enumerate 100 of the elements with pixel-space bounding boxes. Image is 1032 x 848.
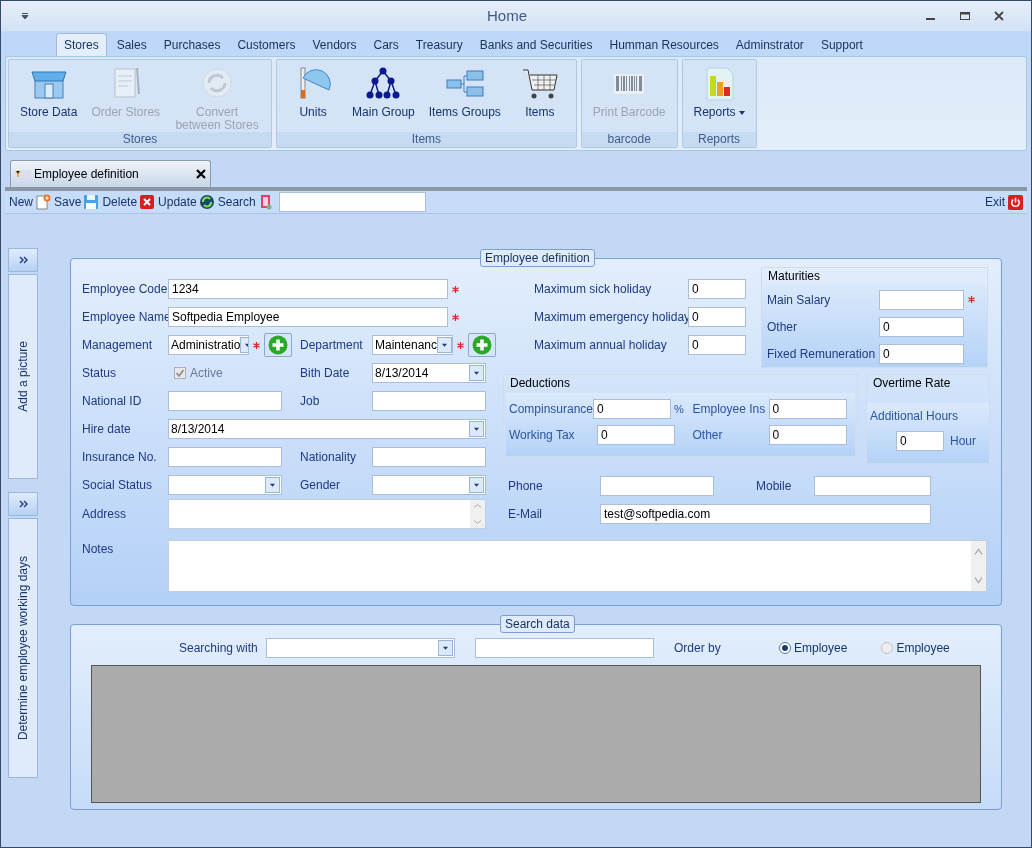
field-label: Maximum sick holiday	[534, 281, 653, 298]
field-label: Hire date	[82, 421, 132, 438]
field-label: Other	[767, 318, 798, 336]
field-label: Fixed Remuneration	[767, 345, 877, 363]
field-label: National ID	[82, 393, 143, 410]
text-field[interactable]	[879, 289, 964, 310]
text-field[interactable]: 0	[896, 431, 944, 451]
field-label: Gender	[300, 477, 342, 494]
text-field[interactable]	[814, 476, 931, 496]
toolbar-button[interactable]: Search	[217, 193, 274, 211]
radio-label: Employee	[794, 640, 848, 657]
radio-label: Employee	[896, 640, 950, 657]
document-tab[interactable]: Employee definition	[10, 160, 211, 187]
close-tab-icon[interactable]	[196, 169, 206, 179]
new-document-icon	[35, 194, 51, 210]
date-picker[interactable]: 8/13/2014	[372, 363, 486, 383]
text-field[interactable]	[168, 391, 282, 411]
ribbon-button[interactable]: Store Data	[15, 66, 83, 119]
form-icon	[15, 170, 31, 178]
ribbon-tab[interactable]: Sales	[109, 33, 154, 56]
field-label: Job	[300, 393, 321, 410]
text-field[interactable]	[168, 447, 282, 467]
ribbon-button[interactable]: Main Group	[347, 66, 420, 119]
quick-access-menu-icon[interactable]	[21, 12, 29, 20]
text-field[interactable]: Softpedia Employee	[168, 307, 448, 327]
text-field[interactable]: 0	[879, 316, 964, 337]
side-panel[interactable]: Add a picture	[8, 274, 38, 479]
field-label: Department	[300, 337, 364, 354]
scrollbar-arrows-icon	[470, 500, 485, 528]
text-field[interactable]: 0	[768, 425, 847, 445]
ribbon-tab[interactable]: Stores	[56, 33, 107, 56]
combo-box[interactable]: Maintenanc	[372, 335, 453, 355]
checkbox-label: Active	[190, 365, 223, 382]
ribbon-tab[interactable]: Banks and Securities	[472, 33, 600, 56]
combo-box[interactable]	[372, 475, 486, 495]
text-field[interactable]: 0	[688, 307, 746, 327]
ribbon-tab[interactable]: Adminstrator	[728, 33, 811, 56]
text-field[interactable]: test@softpedia.com	[600, 504, 931, 524]
add-button[interactable]	[264, 333, 292, 357]
text-field[interactable]	[475, 638, 654, 658]
radio-button[interactable]	[779, 642, 791, 654]
toolbar-button[interactable]: Delete	[102, 193, 156, 211]
group-title: Deductions	[509, 375, 572, 391]
group-title: Overtime Rate	[872, 375, 952, 391]
ribbon-tab[interactable]: Purchases	[156, 33, 228, 56]
unit-label: %	[674, 401, 684, 417]
toolbar-button[interactable]: Update	[158, 193, 215, 211]
text-field[interactable]	[600, 476, 714, 496]
text-field[interactable]: 0	[768, 399, 847, 419]
panel-title: Search data	[500, 615, 575, 633]
close-icon[interactable]	[993, 10, 1005, 22]
ribbon-button[interactable]: Items Groups	[423, 66, 506, 119]
field-label: Insurance No.	[82, 449, 158, 466]
ribbon-group-title: barcode	[581, 132, 677, 147]
expand-button[interactable]	[8, 492, 38, 516]
text-field[interactable]: 0	[879, 343, 964, 364]
field-label: Searching with	[179, 640, 259, 657]
combo-box[interactable]	[168, 475, 282, 495]
toolbar-button[interactable]: Save	[54, 193, 100, 211]
field-label: Main Salary	[767, 291, 832, 309]
ribbon-tab[interactable]: Treasury	[408, 33, 470, 56]
text-area[interactable]	[168, 540, 987, 592]
search-input[interactable]	[278, 192, 426, 212]
ribbon-button[interactable]: Items	[509, 66, 570, 119]
field-label: Nationality	[300, 449, 358, 466]
field-label: Bith Date	[300, 365, 351, 382]
toolbar-button[interactable]: New	[9, 193, 51, 211]
group-title: Maturities	[767, 268, 821, 284]
ribbon-tab[interactable]: Vendors	[305, 33, 364, 56]
side-panel[interactable]: Determine employee working days	[8, 518, 38, 778]
text-field[interactable]: 0	[688, 279, 746, 299]
date-picker[interactable]: 8/13/2014	[168, 419, 486, 439]
text-field[interactable]: 0	[593, 399, 672, 419]
ribbon-button[interactable]: Units	[283, 66, 344, 119]
field-label: Maximum annual holiday	[534, 337, 668, 354]
double-chevron-icon	[18, 500, 28, 508]
add-button[interactable]	[468, 333, 496, 357]
field-label: Working Tax	[509, 427, 576, 444]
field-label: Other	[692, 427, 724, 444]
maximize-icon[interactable]	[959, 10, 971, 22]
field-label: Management	[82, 337, 154, 354]
plus-icon	[472, 335, 492, 355]
text-area[interactable]	[168, 499, 486, 529]
double-chevron-icon	[18, 256, 28, 264]
exit-button[interactable]: Exit	[985, 193, 1023, 211]
text-field[interactable]: 1234	[168, 279, 448, 299]
combo-box[interactable]: Administratio	[168, 335, 249, 355]
ribbon-tab[interactable]: Customers	[230, 33, 303, 56]
expand-button[interactable]	[8, 248, 38, 272]
ribbon-button[interactable]: Reports	[688, 66, 750, 119]
combo-box[interactable]	[266, 638, 455, 658]
text-field[interactable]: 0	[688, 335, 746, 355]
text-field[interactable]	[372, 391, 486, 411]
ribbon-tab[interactable]: Humman Resources	[602, 33, 726, 56]
ribbon-tab[interactable]: Support	[813, 33, 870, 56]
field-label: E-Mail	[508, 506, 543, 523]
text-field[interactable]	[372, 447, 486, 467]
text-field[interactable]: 0	[597, 425, 675, 445]
ribbon-tab[interactable]: Cars	[366, 33, 406, 56]
delete-icon	[139, 194, 156, 210]
